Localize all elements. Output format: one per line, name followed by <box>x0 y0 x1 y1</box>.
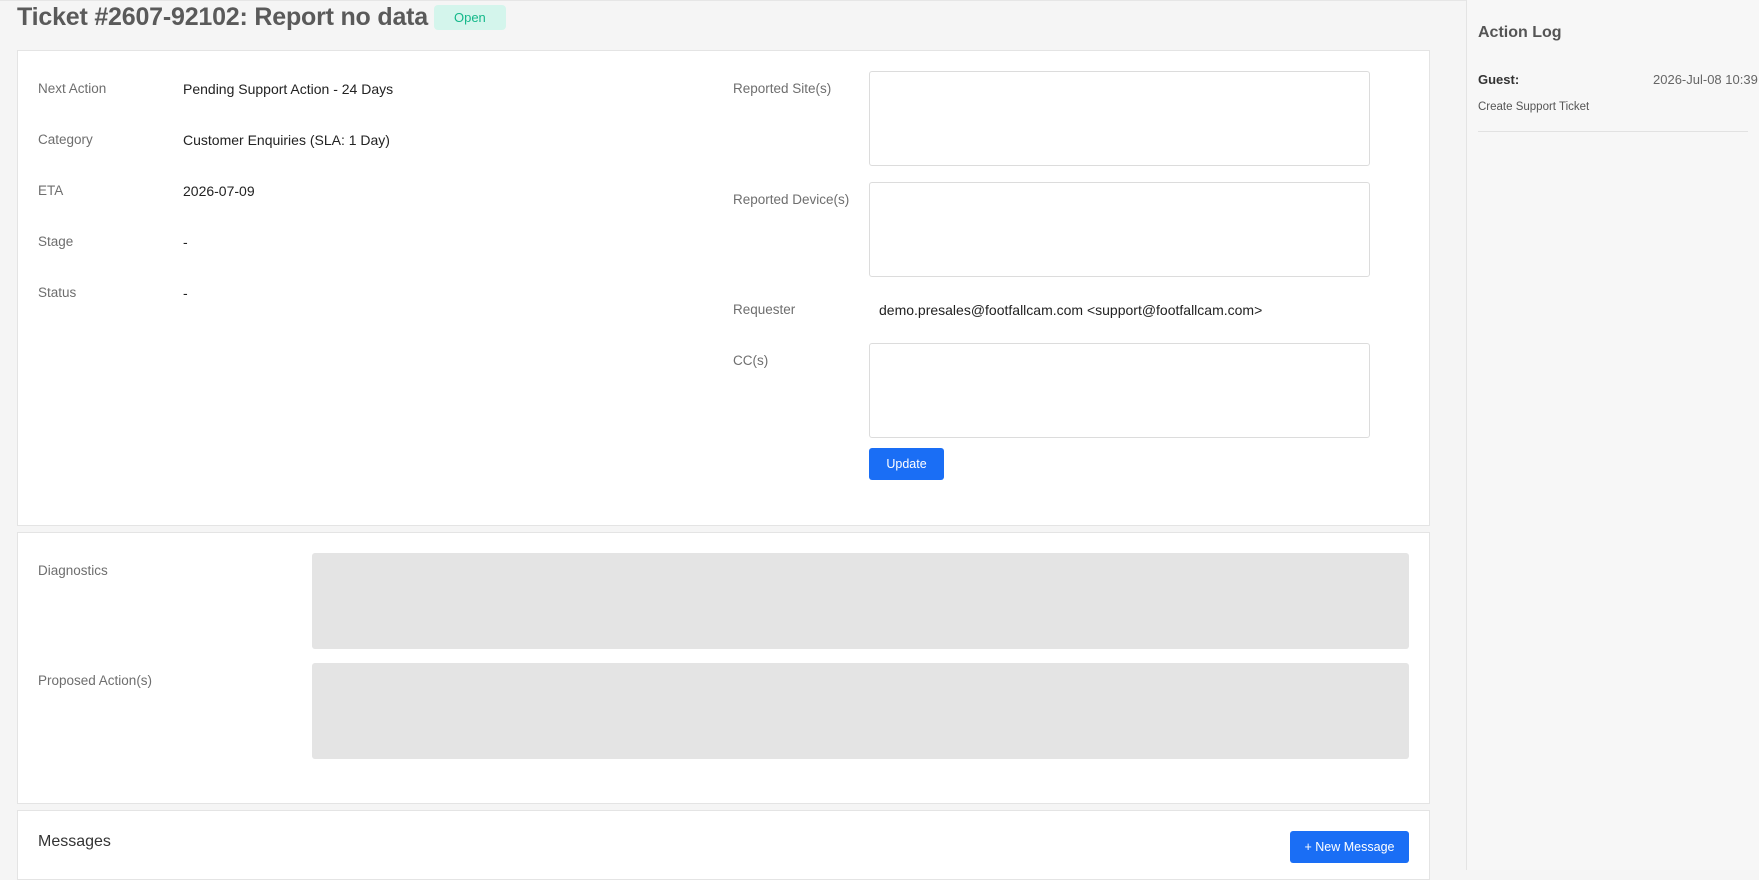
next-action-value: Pending Support Action - 24 Days <box>183 81 394 97</box>
action-log-title: Action Log <box>1478 24 1562 41</box>
eta-value: 2026-07-09 <box>183 183 255 199</box>
reported-sites-field[interactable] <box>869 71 1370 166</box>
status-label: Status <box>38 285 77 300</box>
reported-sites-label: Reported Site(s) <box>733 81 832 96</box>
messages-title: Messages <box>38 833 111 850</box>
new-message-button[interactable]: + New Message <box>1290 831 1409 863</box>
reported-devices-label: Reported Device(s) <box>733 192 850 207</box>
diagnostics-label: Diagnostics <box>38 563 108 578</box>
log-entry-actor: Guest: <box>1478 72 1520 87</box>
update-button[interactable]: Update <box>869 448 944 480</box>
category-label: Category <box>38 132 93 147</box>
log-entry-time: 2026-Jul-08 10:39 <box>1653 72 1758 87</box>
status-badge: Open <box>433 4 506 30</box>
main-content: Ticket #2607-92102: Report no data Open … <box>0 0 1466 880</box>
log-entry-divider <box>1478 131 1748 132</box>
log-entry-action: Create Support Ticket <box>1478 101 1590 113</box>
ccs-field[interactable] <box>869 343 1370 438</box>
eta-label: ETA <box>38 183 64 198</box>
category-value: Customer Enquiries (SLA: 1 Day) <box>183 132 390 148</box>
ticket-info-card: Next Action Pending Support Action - 24 … <box>17 50 1430 526</box>
proposed-actions-label: Proposed Action(s) <box>38 673 153 688</box>
diagnostics-card: Diagnostics Proposed Action(s) <box>17 532 1430 804</box>
diagnostics-field <box>312 553 1409 649</box>
reported-devices-field[interactable] <box>869 182 1370 277</box>
ccs-label: CC(s) <box>733 353 769 368</box>
action-log-sidebar: Action Log Guest: 2026-Jul-08 10:39 Crea… <box>1466 0 1759 870</box>
stage-value: - <box>183 234 188 250</box>
title-row: Ticket #2607-92102: Report no data Open <box>17 3 506 31</box>
status-value: - <box>183 285 188 301</box>
next-action-label: Next Action <box>38 81 107 96</box>
stage-label: Stage <box>38 234 74 249</box>
requester-value: demo.presales@footfallcam.com <support@f… <box>879 302 1263 318</box>
requester-label: Requester <box>733 302 796 317</box>
page-title: Ticket #2607-92102: Report no data <box>17 2 428 31</box>
proposed-actions-field <box>312 663 1409 759</box>
